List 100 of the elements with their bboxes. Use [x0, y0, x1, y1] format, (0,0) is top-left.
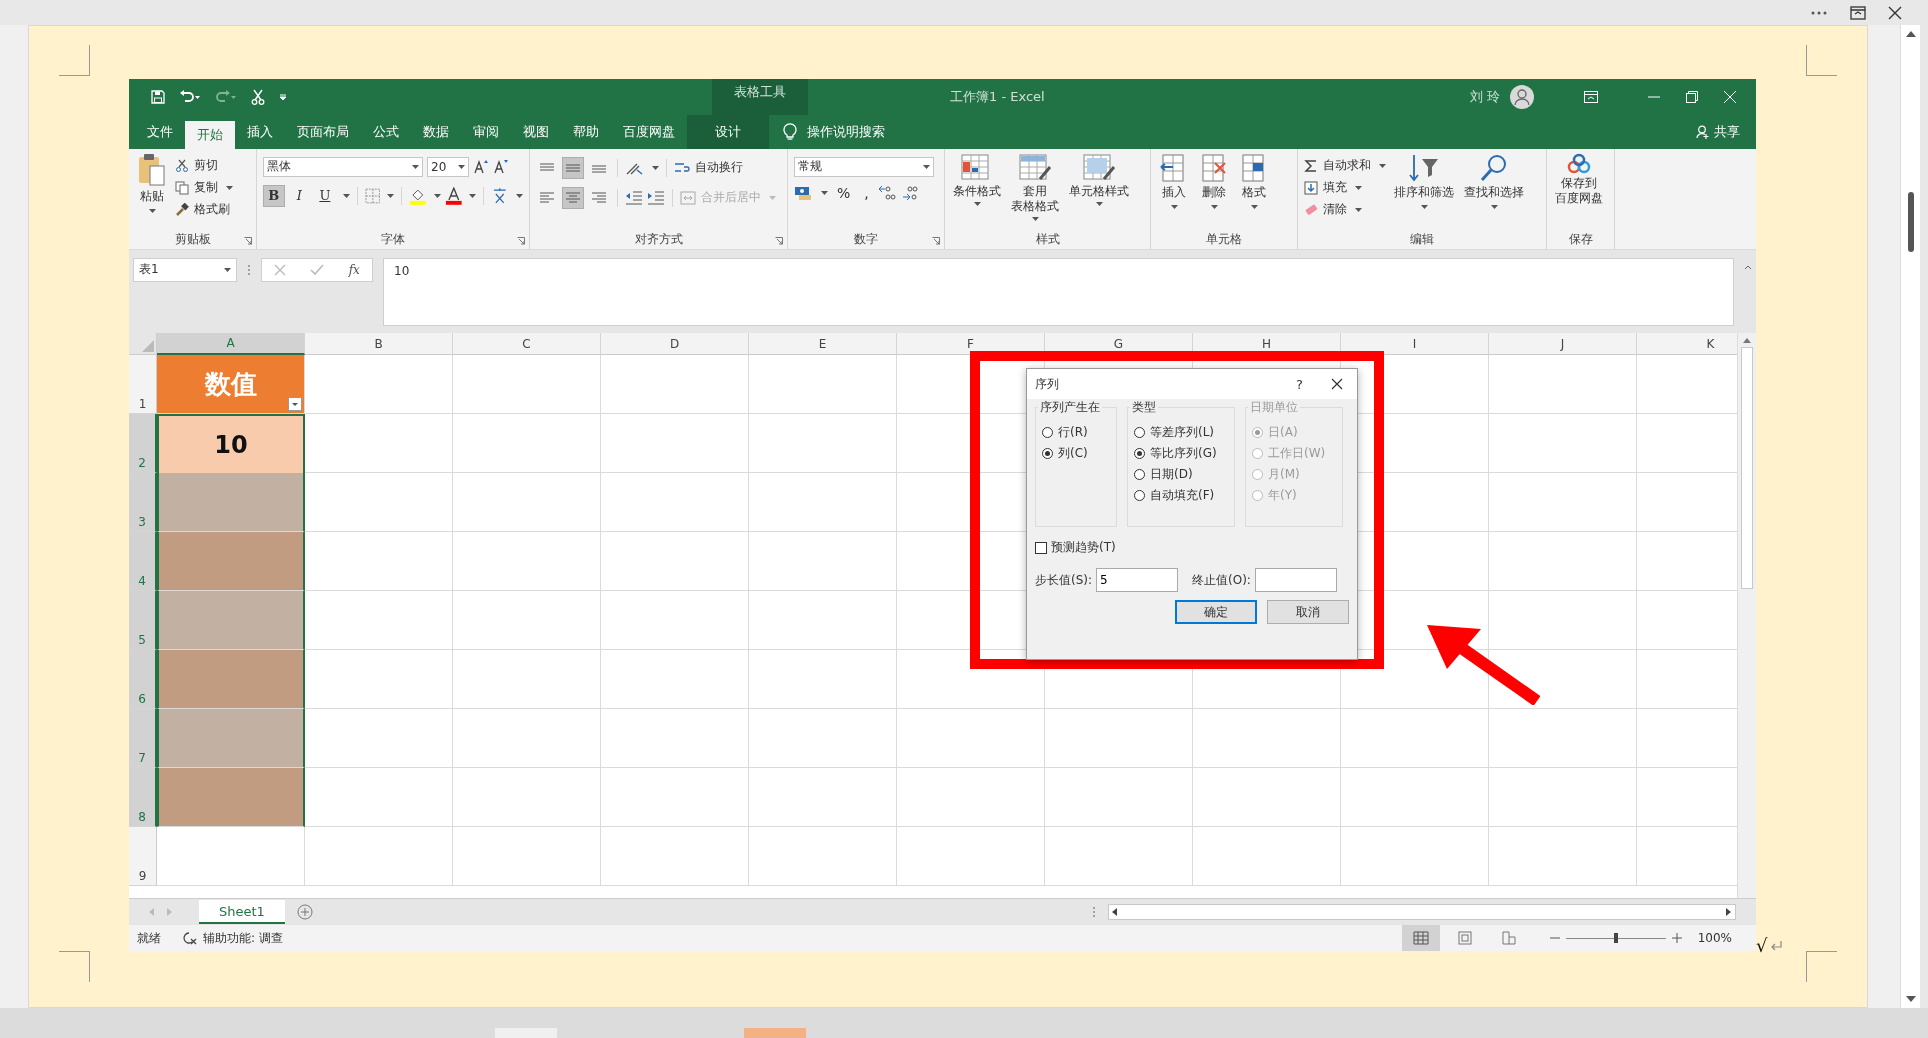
style-button[interactable]: 条件格式: [951, 152, 1003, 231]
scissors-icon[interactable]: [251, 89, 265, 105]
find-select-button[interactable]: 查找和选择: [1462, 152, 1526, 231]
dialog-button[interactable]: 确定: [1175, 600, 1257, 625]
zoom-in-icon[interactable]: [1671, 933, 1682, 943]
column-header[interactable]: J: [1489, 333, 1637, 356]
wrap-text-button[interactable]: 自动换行: [674, 157, 743, 178]
grow-font-icon[interactable]: [473, 158, 489, 175]
column-header[interactable]: D: [601, 333, 749, 356]
vertical-scrollbar[interactable]: [1737, 333, 1756, 899]
ribbon-tab[interactable]: 审阅: [461, 115, 511, 149]
style-button[interactable]: 单元格样式: [1067, 152, 1131, 231]
drag-handle-icon[interactable]: [1092, 906, 1096, 919]
dialog-launcher-icon[interactable]: [517, 236, 525, 245]
name-box[interactable]: 表1: [133, 257, 237, 282]
slider-thumb[interactable]: [1613, 933, 1618, 943]
restore-icon[interactable]: [1686, 91, 1698, 103]
decrease-indent-icon[interactable]: [625, 190, 643, 205]
scroll-down-icon[interactable]: [1905, 996, 1916, 1002]
radio-button[interactable]: [1134, 448, 1145, 459]
dialog-launcher-icon[interactable]: [932, 236, 940, 245]
undo-icon[interactable]: [179, 90, 201, 104]
style-button[interactable]: 套用 表格格式: [1009, 152, 1061, 231]
row-header[interactable]: 4: [129, 532, 157, 592]
save-icon[interactable]: [151, 90, 165, 104]
ribbon-tab[interactable]: 数据: [411, 115, 461, 149]
caret-icon[interactable]: [516, 193, 523, 198]
dialog-launcher-icon[interactable]: [244, 236, 252, 245]
customize-icon[interactable]: [279, 93, 287, 101]
column-header[interactable]: C: [453, 333, 601, 356]
column-header[interactable]: F: [897, 333, 1045, 356]
ribbon-tab[interactable]: 百度网盘: [611, 115, 687, 149]
caret-icon[interactable]: [652, 165, 659, 170]
autosum-button[interactable]: 自动求和: [1304, 155, 1386, 176]
radio-button[interactable]: [1134, 490, 1145, 501]
ribbon-tab[interactable]: 设计: [687, 115, 769, 149]
column-header[interactable]: E: [749, 333, 897, 356]
font-name-field[interactable]: 黑体: [263, 156, 423, 177]
filter-dropdown-icon[interactable]: [288, 397, 302, 412]
clear-button[interactable]: 清除: [1304, 199, 1386, 220]
caret-icon[interactable]: [469, 193, 477, 198]
row-header[interactable]: 8: [129, 768, 157, 828]
avatar-icon[interactable]: [1510, 85, 1534, 109]
scroll-thumb[interactable]: [1741, 347, 1753, 590]
step-field[interactable]: 5: [1096, 568, 1179, 593]
row-header[interactable]: 7: [129, 709, 157, 769]
scroll-up-icon[interactable]: [1743, 337, 1751, 344]
checkbox[interactable]: [1035, 542, 1047, 554]
phonetic-icon[interactable]: [491, 186, 509, 205]
copy-button[interactable]: 复制: [175, 177, 233, 198]
sheet-tab[interactable]: Sheet1: [199, 900, 285, 925]
collapse-icon[interactable]: [1744, 263, 1752, 270]
vertical-scrollbar[interactable]: [1900, 25, 1920, 1008]
dialog-launcher-icon[interactable]: [775, 236, 783, 245]
radio-button[interactable]: [1042, 448, 1053, 459]
close-icon[interactable]: [1888, 5, 1902, 20]
ribbon-tab[interactable]: 文件: [129, 115, 185, 149]
font-style-button[interactable]: U: [314, 184, 336, 207]
column-header[interactable]: B: [305, 333, 453, 356]
caret-icon[interactable]: [821, 190, 828, 195]
increase-decimal-icon[interactable]: [877, 184, 896, 201]
shrink-font-icon[interactable]: [493, 158, 509, 175]
row-header[interactable]: 2: [129, 414, 157, 474]
column-header[interactable]: I: [1341, 333, 1489, 356]
scroll-right-icon[interactable]: [1726, 908, 1732, 917]
vertical-align-button[interactable]: [562, 156, 584, 179]
ribbon-tab[interactable]: 插入: [235, 115, 285, 149]
caret-icon[interactable]: [342, 193, 350, 198]
font-color-icon[interactable]: [444, 186, 463, 205]
ribbon-tab[interactable]: 公式: [361, 115, 411, 149]
currency-icon[interactable]: [794, 184, 814, 201]
horizontal-align-button[interactable]: [562, 186, 584, 209]
sort-filter-button[interactable]: 排序和筛选: [1392, 152, 1456, 231]
row-header[interactable]: 9: [129, 827, 157, 887]
radio-button[interactable]: [1134, 427, 1145, 438]
percent-style-button[interactable]: %: [832, 184, 856, 201]
column-header[interactable]: A: [157, 333, 305, 356]
cells-button[interactable]: 格式: [1237, 152, 1271, 231]
column-header[interactable]: K: [1637, 333, 1737, 356]
layout-icon[interactable]: [1850, 5, 1866, 20]
scroll-thumb[interactable]: [1907, 192, 1914, 252]
accessibility-icon[interactable]: [181, 931, 197, 945]
stop-field[interactable]: [1254, 568, 1337, 593]
ribbon-tab[interactable]: 帮助: [561, 115, 611, 149]
increase-indent-icon[interactable]: [647, 190, 665, 205]
redo-icon[interactable]: [215, 90, 237, 104]
fill-button[interactable]: 填充: [1304, 177, 1386, 198]
help-button[interactable]: ?: [1296, 377, 1303, 392]
zoom-level[interactable]: 100%: [1697, 931, 1732, 945]
add-sheet-icon[interactable]: [296, 904, 313, 921]
dialog-button[interactable]: 取消: [1267, 600, 1349, 625]
caret-icon[interactable]: [387, 193, 395, 198]
ribbon-display-icon[interactable]: [1584, 91, 1598, 103]
formula-field[interactable]: 10: [383, 257, 1734, 326]
more-icon[interactable]: [1810, 9, 1828, 16]
ribbon-tab[interactable]: 页面布局: [285, 115, 361, 149]
cells-button[interactable]: 插入: [1157, 152, 1191, 231]
ribbon-tab[interactable]: 视图: [511, 115, 561, 149]
font-style-button[interactable]: B: [263, 184, 285, 207]
caret-icon[interactable]: [433, 193, 441, 198]
